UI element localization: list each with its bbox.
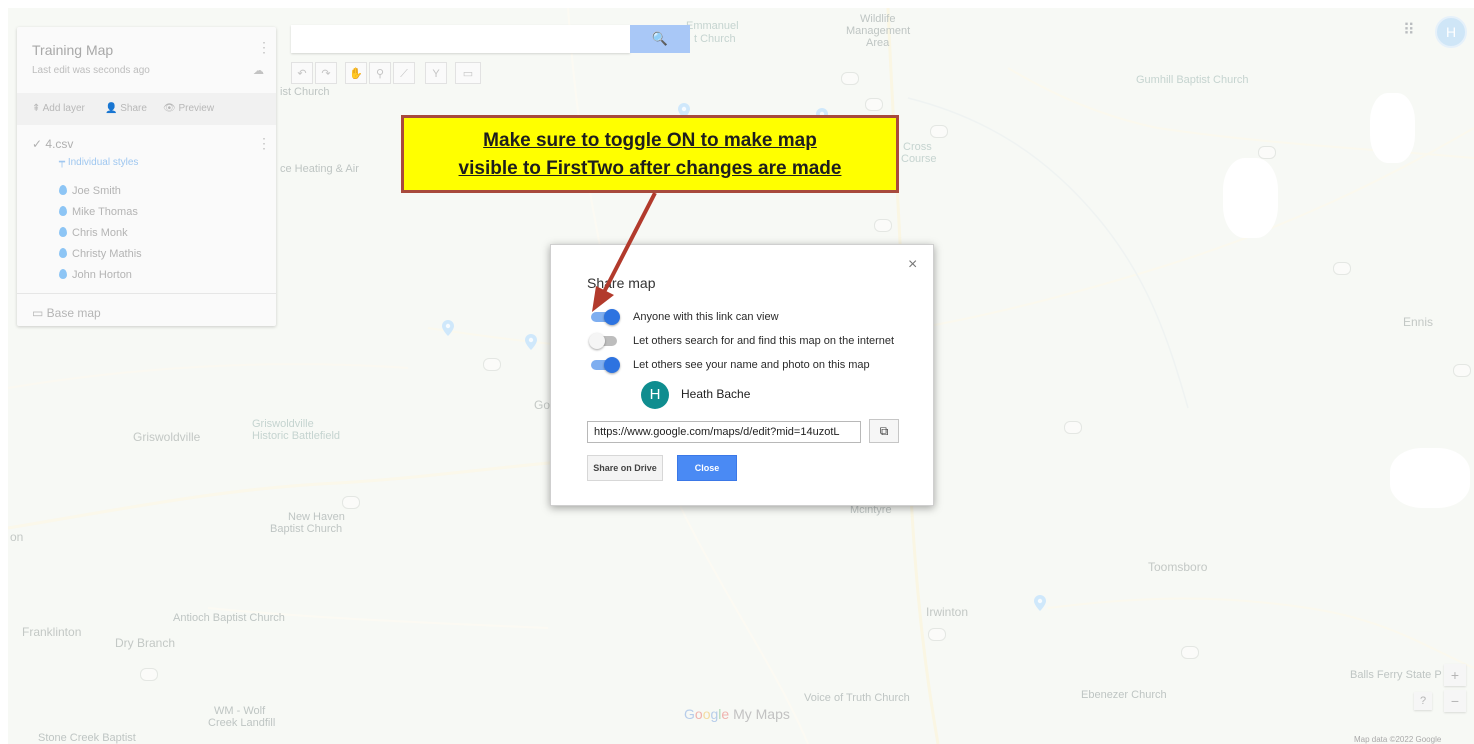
- callout-line-2: visible to FirstTwo after changes are ma…: [458, 158, 842, 179]
- link-view-label: Anyone with this link can view: [633, 311, 779, 323]
- share-button[interactable]: 👤 Share: [105, 103, 147, 114]
- annotation-callout: Make sure to toggle ON to make map visib…: [401, 115, 899, 193]
- map-title[interactable]: Training Map: [32, 42, 113, 58]
- share-label: Share: [120, 103, 147, 114]
- add-layer-button[interactable]: ⇞ Add layer: [32, 103, 85, 114]
- style-label: Individual styles: [67, 157, 139, 168]
- entry-label: Joe Smith: [72, 185, 121, 197]
- layer-options-icon[interactable]: ⋮: [257, 135, 271, 152]
- search-input[interactable]: [291, 25, 630, 53]
- callout-line-1: Make sure to toggle ON to make map: [483, 130, 817, 151]
- toggle-knob: [604, 357, 620, 373]
- logo-text: My Maps: [729, 706, 790, 722]
- share-map-dialog: Share map × Anyone with this link can vi…: [550, 244, 934, 506]
- cloud-saved-icon: ☁: [253, 65, 264, 77]
- layer-item[interactable]: ✓ 4.csv: [32, 137, 73, 151]
- pin-icon: [59, 248, 67, 258]
- search-icon: 🔍: [651, 31, 669, 46]
- undo-icon[interactable]: ↶: [291, 62, 313, 84]
- toggle-knob: [604, 309, 620, 325]
- entry-label: Christy Mathis: [72, 248, 142, 260]
- pin-icon: [59, 269, 67, 279]
- list-item[interactable]: Joe Smith: [59, 185, 121, 197]
- entry-label: John Horton: [72, 269, 132, 281]
- base-map-label: Base map: [46, 306, 101, 320]
- logo-letter: o: [694, 706, 703, 722]
- search-visibility-label: Let others search for and find this map …: [633, 335, 895, 347]
- share-link-field[interactable]: [587, 421, 861, 443]
- map-attribution[interactable]: Map data ©2022 Google: [1354, 735, 1441, 744]
- panel-actions: ⇞ Add layer 👤 Share 👁 Preview: [17, 93, 276, 125]
- list-item[interactable]: Christy Mathis: [59, 248, 142, 260]
- add-layer-label: Add layer: [42, 103, 85, 114]
- last-edit-status: Last edit was seconds ago: [32, 65, 150, 76]
- copy-link-button[interactable]: ⧉: [869, 419, 899, 443]
- show-name-label: Let others see your name and photo on th…: [633, 359, 870, 371]
- show-name-toggle[interactable]: [589, 357, 620, 373]
- zoom-in-button[interactable]: +: [1444, 664, 1466, 686]
- layer-name: 4.csv: [45, 137, 74, 151]
- hand-icon[interactable]: ✋: [345, 62, 367, 84]
- entry-label: Chris Monk: [72, 227, 128, 239]
- user-avatar: H: [641, 381, 669, 409]
- list-item[interactable]: John Horton: [59, 269, 132, 281]
- account-avatar[interactable]: H: [1435, 16, 1467, 48]
- toggle-knob: [589, 333, 605, 349]
- directions-icon[interactable]: Y: [425, 62, 447, 84]
- zoom-out-button[interactable]: −: [1444, 690, 1466, 712]
- preview-button[interactable]: 👁 Preview: [163, 103, 214, 114]
- entry-label: Mike Thomas: [72, 206, 138, 218]
- map-legend-panel: Training Map ⋮ Last edit was seconds ago…: [17, 27, 276, 326]
- marker-icon[interactable]: ⚲: [369, 62, 391, 84]
- share-on-drive-button[interactable]: Share on Drive: [587, 455, 663, 481]
- search-visibility-toggle[interactable]: [589, 333, 619, 349]
- pin-icon: [59, 227, 67, 237]
- copy-icon: ⧉: [879, 424, 889, 438]
- search-button[interactable]: 🔍: [630, 25, 690, 53]
- close-icon[interactable]: ×: [908, 256, 917, 274]
- close-button[interactable]: Close: [677, 455, 737, 481]
- list-item[interactable]: Mike Thomas: [59, 206, 138, 218]
- draw-line-icon[interactable]: ⟋: [393, 62, 415, 84]
- ruler-icon[interactable]: ▭: [455, 62, 481, 84]
- help-button[interactable]: ?: [1414, 692, 1432, 710]
- logo-letter: G: [684, 706, 695, 722]
- apps-grid-icon[interactable]: ⠿: [1403, 20, 1415, 40]
- google-my-maps-logo: Google My Maps: [684, 706, 790, 722]
- pin-icon: [59, 206, 67, 216]
- redo-icon[interactable]: ↷: [315, 62, 337, 84]
- user-name: Heath Bache: [681, 387, 751, 401]
- preview-label: Preview: [178, 103, 215, 114]
- dialog-title: Share map: [587, 275, 656, 291]
- more-options-icon[interactable]: ⋮: [257, 39, 271, 56]
- base-map-item[interactable]: ▭ Base map: [32, 306, 101, 320]
- list-item[interactable]: Chris Monk: [59, 227, 128, 239]
- divider: [17, 293, 276, 294]
- style-selector[interactable]: ┯ Individual styles: [59, 157, 138, 168]
- link-view-toggle[interactable]: [589, 309, 620, 325]
- pin-icon: [59, 185, 67, 195]
